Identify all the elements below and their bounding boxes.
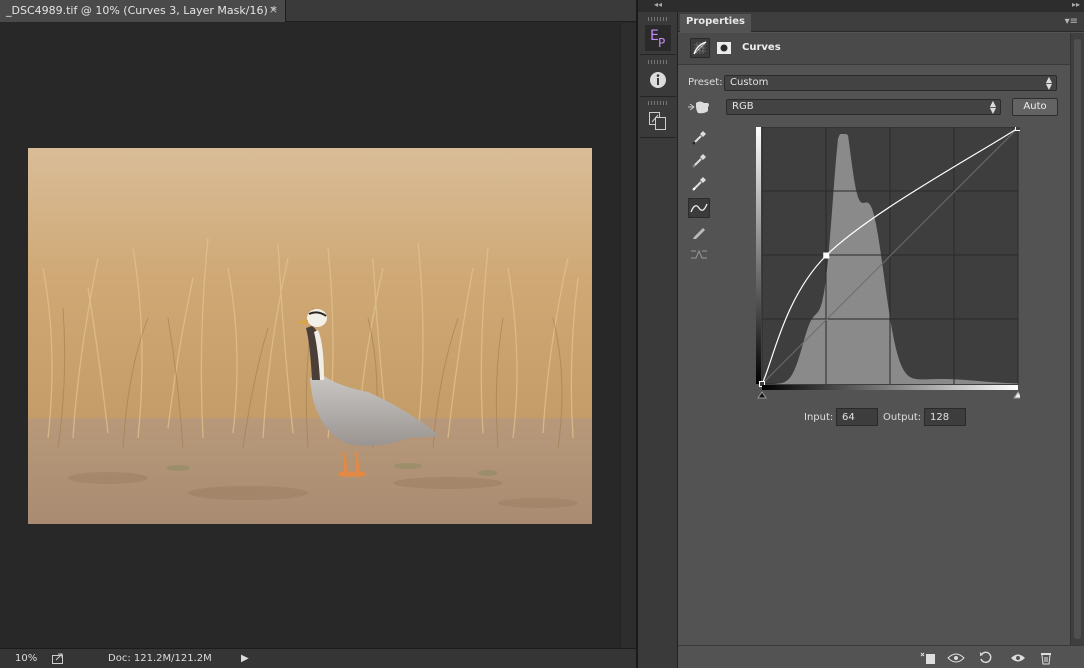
properties-tab-bar: Properties ▾≡ [678,12,1084,32]
input-label: Input: [804,412,834,423]
dropdown-arrows-icon: ▲ ▼ [989,99,996,115]
visibility-eye-icon[interactable] [1008,650,1028,666]
preset-value: Custom [730,77,769,88]
status-menu-arrow-icon[interactable]: ▶ [241,653,249,664]
document-tab-bar: _DSC4989.tif @ 10% (Curves 3, Layer Mask… [0,0,636,22]
black-slider-icon [757,391,767,399]
photo-bar-headed-goose[interactable] [28,148,592,524]
zoom-level[interactable]: 10% [15,653,37,664]
document-window: _DSC4989.tif @ 10% (Curves 3, Layer Mask… [0,0,636,668]
curves-graph[interactable] [756,125,1023,399]
properties-panel: ▸▸ Properties ▾≡ Curves Preset: Custom ▲… [678,0,1084,668]
input-gradient-bar [762,385,1018,390]
grip-icon[interactable] [648,60,668,64]
target-adjust-icon[interactable] [686,98,712,116]
reset-icon[interactable] [976,650,996,666]
canvas-scrollbar[interactable] [620,23,636,648]
white-point-eyedropper-icon[interactable] [688,174,710,194]
smooth-icon[interactable] [688,244,710,264]
panel-menu-icon[interactable]: ▾≡ [1065,16,1078,27]
document-tab[interactable]: _DSC4989.tif @ 10% (Curves 3, Layer Mask… [0,0,286,22]
white-slider-icon [1013,391,1023,399]
close-icon[interactable]: × [269,3,278,16]
clip-to-layer-icon[interactable] [918,650,938,666]
channel-value: RGB [732,101,754,112]
scroll-thumb[interactable] [1074,39,1081,639]
document-size: Doc: 121.2M/121.2M [108,653,212,664]
trash-icon[interactable] [1036,650,1056,666]
output-gradient-bar [756,127,761,384]
grip-icon[interactable] [648,17,668,21]
curve-control-point[interactable] [823,252,830,259]
output-field[interactable]: 128 [924,408,966,426]
pencil-icon[interactable] [688,222,710,242]
ep-plugin-icon[interactable]: E P [641,24,675,52]
layer-comps-icon[interactable] [641,107,675,135]
preset-dropdown[interactable]: Custom ▲ ▼ [724,75,1057,91]
dropdown-arrows-icon: ▲ ▼ [1045,75,1052,91]
layer-mask-icon[interactable] [714,38,734,58]
curve-edit-icon[interactable] [688,198,710,218]
adjustment-header: Curves [678,33,1070,65]
auto-button[interactable]: Auto [1012,98,1058,116]
grip-icon[interactable] [648,101,668,105]
channel-dropdown[interactable]: RGB ▲ ▼ [726,99,1001,115]
input-field[interactable]: 64 [836,408,878,426]
properties-scrollbar[interactable] [1070,33,1084,645]
ep-letter-p: P [658,36,665,50]
export-icon[interactable] [52,653,64,664]
preset-label: Preset: [688,77,723,88]
status-bar: 10% Doc: 121.2M/121.2M ▶ [0,648,636,668]
curve-control-point[interactable] [1015,125,1021,131]
panel-top-bar: ▸▸ [678,0,1084,12]
adjustment-title: Curves [742,42,781,53]
info-icon[interactable] [641,66,675,94]
collapsed-panel-strip: ◂◂ E P [638,0,678,668]
gray-point-eyedropper-icon[interactable] [688,151,710,171]
collapse-strip-icon[interactable]: ◂◂ [638,0,678,12]
document-tab-title: _DSC4989.tif @ 10% (Curves 3, Layer Mask… [6,4,277,17]
view-previous-icon[interactable] [946,650,966,666]
output-label: Output: [883,412,922,423]
curves-adjustment-icon[interactable] [690,38,710,58]
black-point-eyedropper-icon[interactable] [688,128,710,148]
tab-properties[interactable]: Properties [680,14,751,32]
collapse-panel-icon[interactable]: ▸▸ [1072,0,1080,9]
properties-footer [678,645,1084,668]
